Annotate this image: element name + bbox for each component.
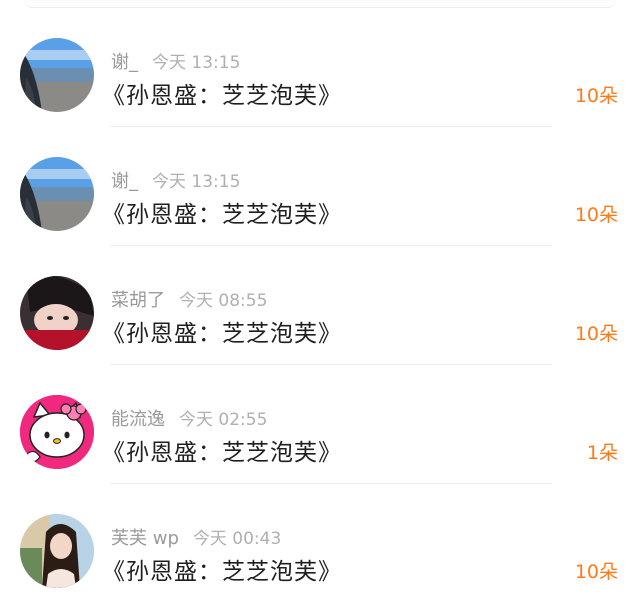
username: 能流逸 <box>111 409 165 430</box>
gift-title: 《孙恩盛：芝芝泡芙》 <box>102 321 342 347</box>
timestamp: 今天 02:55 <box>179 410 268 430</box>
flower-count: 1朵 <box>586 442 618 464</box>
beach-photo-avatar[interactable] <box>20 38 94 112</box>
list-item[interactable]: 谢_ 今天 13:15 《孙恩盛：芝芝泡芙》 10朵 <box>0 8 640 127</box>
gift-title: 《孙恩盛：芝芝泡芙》 <box>102 440 342 466</box>
gift-meta: 谢_ 今天 13:15 <box>111 48 241 73</box>
hello-kitty-avatar[interactable] <box>20 395 94 469</box>
list-item[interactable]: 芙芙 wp 今天 00:43 《孙恩盛：芝芝泡芙》 10朵 <box>0 484 640 603</box>
username: 谢_ <box>111 171 138 192</box>
username: 菜胡了 <box>111 290 165 311</box>
gift-meta: 能流逸 今天 02:55 <box>111 405 268 430</box>
beach-photo-avatar[interactable] <box>20 157 94 231</box>
previous-card-edge <box>24 0 616 8</box>
flower-count: 10朵 <box>574 204 618 226</box>
person-photo-avatar[interactable] <box>20 276 94 350</box>
username: 谢_ <box>111 52 138 73</box>
gift-meta: 芙芙 wp 今天 00:43 <box>111 524 282 549</box>
timestamp: 今天 08:55 <box>179 291 268 311</box>
selfie-photo-avatar[interactable] <box>20 514 94 588</box>
gift-title: 《孙恩盛：芝芝泡芙》 <box>102 83 342 109</box>
gift-meta: 谢_ 今天 13:15 <box>111 167 241 192</box>
flower-count: 10朵 <box>574 561 618 583</box>
timestamp: 今天 13:15 <box>152 53 241 73</box>
list-item[interactable]: 能流逸 今天 02:55 《孙恩盛：芝芝泡芙》 1朵 <box>0 365 640 484</box>
timestamp: 今天 00:43 <box>192 529 282 549</box>
timestamp: 今天 13:15 <box>152 172 241 192</box>
gift-meta: 菜胡了 今天 08:55 <box>111 286 268 311</box>
flower-count: 10朵 <box>574 323 618 345</box>
gift-title: 《孙恩盛：芝芝泡芙》 <box>102 559 342 585</box>
gift-title: 《孙恩盛：芝芝泡芙》 <box>102 202 342 228</box>
flower-count: 10朵 <box>574 85 618 107</box>
list-item[interactable]: 谢_ 今天 13:15 《孙恩盛：芝芝泡芙》 10朵 <box>0 127 640 246</box>
list-item[interactable]: 菜胡了 今天 08:55 《孙恩盛：芝芝泡芙》 10朵 <box>0 246 640 365</box>
username: 芙芙 wp <box>111 528 179 549</box>
